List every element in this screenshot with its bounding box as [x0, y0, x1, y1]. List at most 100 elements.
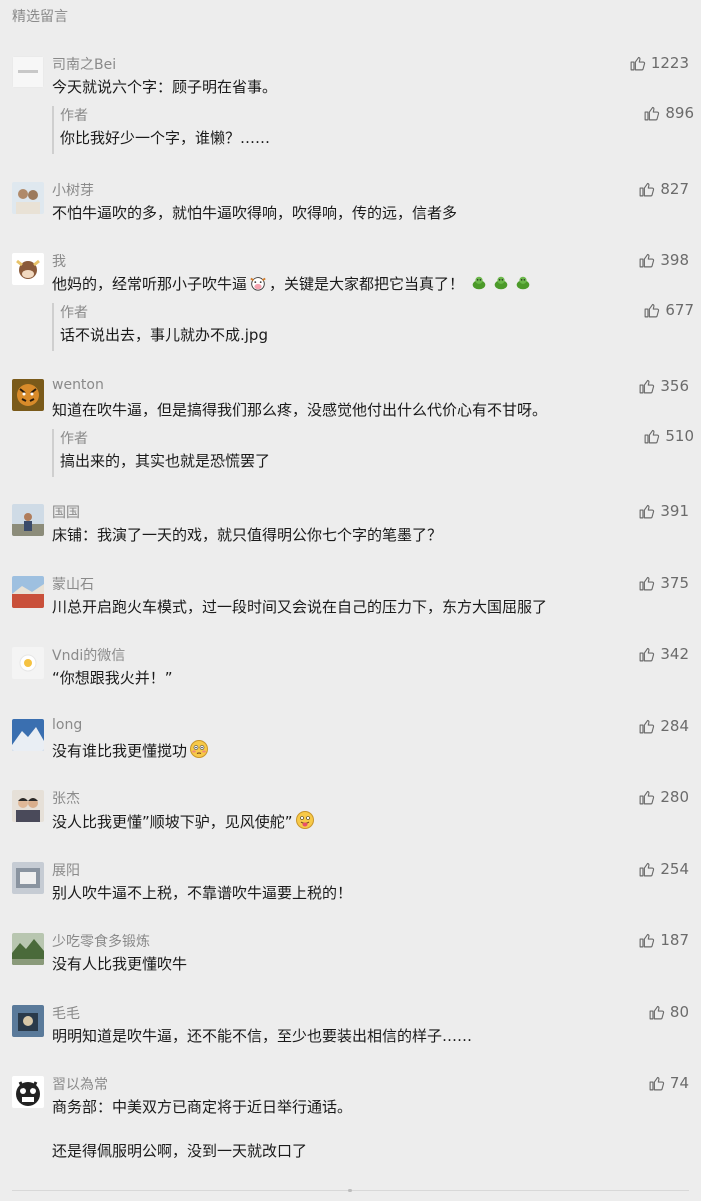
like-count: 1223 — [650, 54, 689, 72]
comment-text: “你想跟我火并！” — [52, 669, 173, 687]
comment-text: 别人吹牛逼不上税，不靠谱吹牛逼要上税的！ — [52, 884, 353, 902]
like-count: 280 — [660, 788, 689, 806]
comment-nickname[interactable]: 国国 — [52, 502, 80, 522]
thumbs-up-icon — [639, 790, 655, 804]
comment-text: 知道在吹牛逼，但是搞得我们那么疼，没感觉他付出什么代价心有不甘呀。 — [52, 401, 548, 419]
comment-text: 商务部：中美双方已商定将于近日举行通话。 — [52, 1098, 353, 1116]
like-count: 827 — [660, 180, 689, 198]
thumbs-up-icon — [639, 933, 655, 947]
avatar[interactable] — [12, 253, 44, 285]
turtle-icon — [516, 276, 530, 290]
like-count: 896 — [665, 104, 694, 122]
like-button[interactable]: 356 — [638, 377, 689, 395]
like-button[interactable]: 896 — [643, 104, 694, 122]
comment-text-part: 他妈的，经常听那小子吹牛逼 — [52, 275, 248, 293]
comment-nickname[interactable]: long — [52, 717, 82, 733]
thumbs-up-icon — [639, 719, 655, 733]
like-button[interactable]: 254 — [638, 860, 689, 878]
like-button[interactable]: 398 — [638, 251, 689, 269]
like-button[interactable]: 74 — [648, 1074, 689, 1092]
comment-nickname[interactable]: 少吃零食多锻炼 — [52, 931, 150, 951]
comment-text: 没人比我更懂”顺坡下驴，见风使舵” — [52, 810, 317, 833]
avatar[interactable] — [12, 647, 44, 679]
like-count: 677 — [665, 301, 694, 319]
comment-nickname[interactable]: wenton — [52, 377, 104, 393]
comment-text-part: 没有谁比我更懂搅功 — [52, 742, 188, 760]
like-count: 375 — [660, 574, 689, 592]
like-button[interactable]: 187 — [638, 931, 689, 949]
like-button[interactable]: 391 — [638, 502, 689, 520]
comment-nickname[interactable]: 小树芽 — [52, 180, 94, 200]
turtle-icon — [494, 276, 508, 290]
avatar[interactable] — [12, 56, 44, 88]
author-reply: 作者 搞出来的，其实也就是恐慌罢了 510 — [52, 427, 694, 477]
thumbs-up-icon — [639, 647, 655, 661]
avatar[interactable] — [12, 790, 44, 822]
like-button[interactable]: 280 — [638, 788, 689, 806]
comment-nickname[interactable]: Vndi的微信 — [52, 645, 125, 665]
avatar[interactable] — [12, 379, 44, 411]
comment-text: 不怕牛逼吹的多，就怕牛逼吹得响，吹得响，传的远，信者多 — [52, 204, 458, 222]
reply-text: 搞出来的，其实也就是恐慌罢了 — [60, 452, 271, 470]
reply-author-label: 作者 — [60, 305, 88, 321]
avatar[interactable] — [12, 862, 44, 894]
thumbs-up-icon — [639, 576, 655, 590]
tongue-face-icon — [295, 811, 314, 829]
like-count: 398 — [660, 251, 689, 269]
like-button[interactable]: 510 — [643, 427, 694, 445]
avatar[interactable] — [12, 576, 44, 608]
like-button[interactable]: 284 — [638, 717, 689, 735]
like-count: 391 — [660, 502, 689, 520]
like-button[interactable]: 1223 — [629, 54, 689, 72]
like-button[interactable]: 342 — [638, 645, 689, 663]
comment-text: 没有人比我更懂吹牛 — [52, 955, 188, 973]
reply-text: 话不说出去，事儿就办不成.jpg — [60, 326, 268, 344]
like-count: 80 — [669, 1003, 689, 1021]
comment-text: 他妈的，经常听那小子吹牛逼 ，关键是大家都把它当真了！ — [52, 273, 534, 295]
avatar[interactable] — [12, 504, 44, 536]
like-count: 254 — [660, 860, 689, 878]
comment-text: 今天就说六个字：顾子明在省事。 — [52, 78, 278, 96]
like-count: 510 — [665, 427, 694, 445]
section-title: 精选留言 — [12, 9, 68, 25]
turtle-icon — [472, 276, 486, 290]
cow-face-icon — [250, 277, 266, 291]
thumbs-up-icon — [649, 1076, 665, 1090]
comment-nickname[interactable]: 我 — [52, 251, 66, 271]
thumbs-up-icon — [649, 1005, 665, 1019]
comment-nickname[interactable]: 司南之Bei — [52, 54, 116, 74]
comment-text: 床铺：我演了一天的戏，就只值得明公你七个字的笔墨了？ — [52, 526, 443, 544]
thumbs-up-icon — [639, 253, 655, 267]
like-count: 284 — [660, 717, 689, 735]
avatar[interactable] — [12, 719, 44, 751]
avatar[interactable] — [12, 1005, 44, 1037]
thumbs-up-icon — [644, 303, 660, 317]
thumbs-up-icon — [630, 56, 645, 70]
author-reply: 作者 话不说出去，事儿就办不成.jpg 677 — [52, 301, 694, 351]
thumbs-up-icon — [639, 504, 655, 518]
author-reply: 作者 你比我好少一个字，谁懒？…… 896 — [52, 104, 694, 154]
like-count: 342 — [660, 645, 689, 663]
reply-author-label: 作者 — [60, 108, 88, 124]
comment-nickname[interactable]: 習以為常 — [52, 1074, 108, 1094]
reply-author-label: 作者 — [60, 431, 88, 447]
thumbs-up-icon — [644, 106, 660, 120]
reply-text: 你比我好少一个字，谁懒？…… — [60, 129, 271, 147]
comment-text: 川总开启跑火车模式，过一段时间又会说在自己的压力下，东方大国屈服了 — [52, 598, 548, 616]
like-button[interactable]: 677 — [643, 301, 694, 319]
avatar[interactable] — [12, 182, 44, 214]
avatar[interactable] — [12, 1076, 44, 1108]
avatar[interactable] — [12, 933, 44, 965]
comment-nickname[interactable]: 毛毛 — [52, 1003, 80, 1023]
thumbs-up-icon — [639, 862, 655, 876]
flushed-face-icon — [190, 740, 209, 758]
like-button[interactable]: 80 — [648, 1003, 689, 1021]
comment-text-part: ，关键是大家都把它当真了！ — [269, 275, 465, 293]
thumbs-up-icon — [644, 429, 660, 443]
like-button[interactable]: 375 — [638, 574, 689, 592]
like-button[interactable]: 827 — [638, 180, 689, 198]
like-count: 187 — [660, 931, 689, 949]
comment-nickname[interactable]: 张杰 — [52, 788, 80, 808]
comment-nickname[interactable]: 蒙山石 — [52, 574, 94, 594]
comment-nickname[interactable]: 展阳 — [52, 860, 80, 880]
